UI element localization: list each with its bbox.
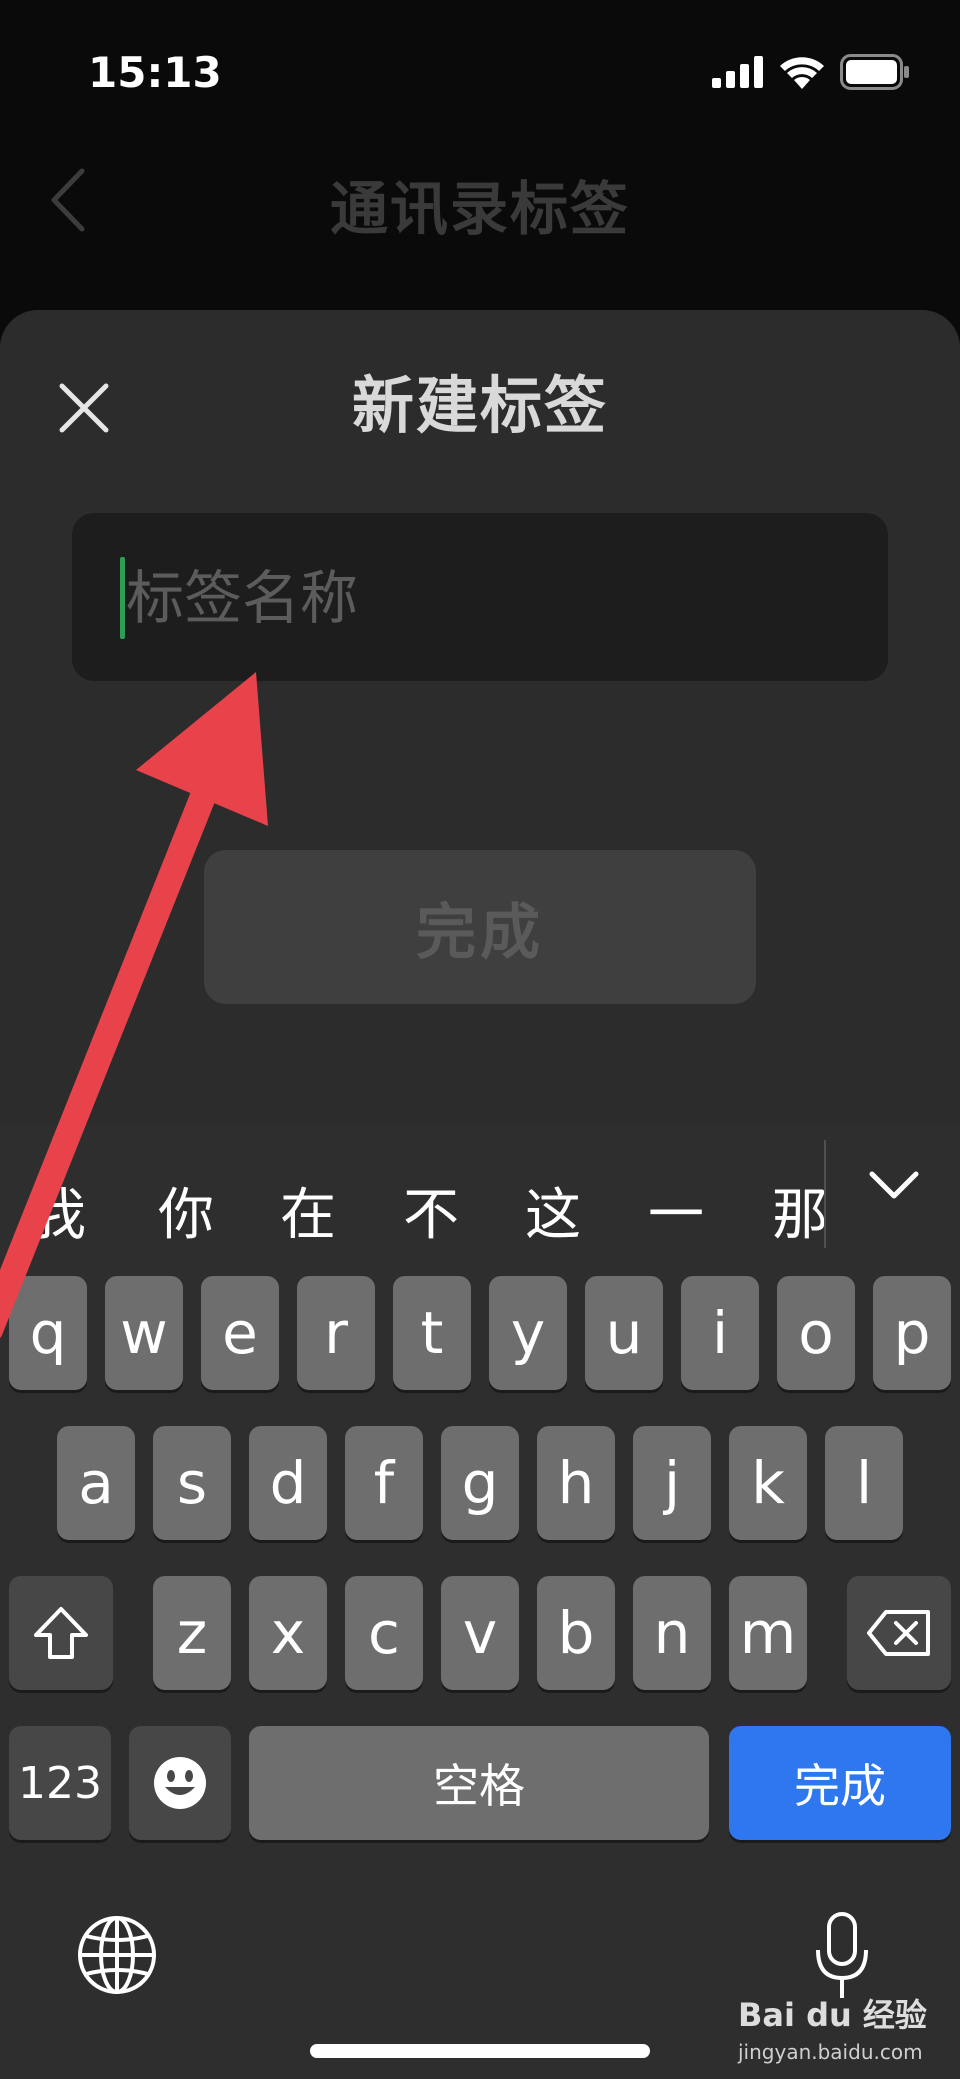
key-s[interactable]: s	[153, 1426, 231, 1540]
key-w[interactable]: w	[105, 1276, 183, 1390]
battery-icon	[840, 54, 909, 90]
chevron-down-icon[interactable]	[868, 1168, 920, 1204]
key-p[interactable]: p	[873, 1276, 951, 1390]
watermark-brand: Bai du 经验	[738, 1996, 927, 2034]
screen: 15:13 通讯录标签 新建标签 标签名称 完成 我 你 在 不 这 一 那 q…	[0, 0, 960, 2079]
page-title: 通讯录标签	[329, 175, 630, 243]
keyboard-done-key[interactable]: 完成	[729, 1726, 951, 1840]
key-b[interactable]: b	[537, 1576, 615, 1690]
key-o[interactable]: o	[777, 1276, 855, 1390]
emoji-key[interactable]	[129, 1726, 231, 1840]
nav-bar: 通讯录标签	[0, 150, 960, 260]
candidate-word[interactable]: 那	[772, 1170, 828, 1251]
key-f[interactable]: f	[345, 1426, 423, 1540]
done-button[interactable]: 完成	[204, 850, 756, 1004]
key-h[interactable]: h	[537, 1426, 615, 1540]
key-l[interactable]: l	[825, 1426, 903, 1540]
key-r[interactable]: r	[297, 1276, 375, 1390]
shift-arrow-icon	[34, 1607, 88, 1659]
key-q[interactable]: q	[9, 1276, 87, 1390]
tag-name-field[interactable]	[72, 513, 888, 681]
text-cursor	[120, 557, 125, 639]
globe-icon[interactable]	[76, 1914, 158, 1996]
status-time: 15:13	[88, 48, 222, 97]
candidate-word[interactable]: 在	[280, 1170, 336, 1251]
shift-key[interactable]	[9, 1576, 113, 1690]
key-z[interactable]: z	[153, 1576, 231, 1690]
delete-key[interactable]	[847, 1576, 951, 1690]
key-j[interactable]: j	[633, 1426, 711, 1540]
keyboard: 我 你 在 不 这 一 那 q w e r t y u i o p a s d …	[0, 1124, 960, 2079]
space-key[interactable]: 空格	[249, 1726, 709, 1840]
cellular-signal-icon	[712, 56, 763, 88]
sheet-title: 新建标签	[351, 369, 608, 442]
key-i[interactable]: i	[681, 1276, 759, 1390]
candidate-word[interactable]: 不	[403, 1170, 459, 1251]
candidate-bar: 我 你 在 不 这 一 那	[0, 1124, 960, 1250]
key-m[interactable]: m	[729, 1576, 807, 1690]
candidate-word[interactable]: 我	[30, 1170, 86, 1251]
key-v[interactable]: v	[441, 1576, 519, 1690]
key-x[interactable]: x	[249, 1576, 327, 1690]
key-k[interactable]: k	[729, 1426, 807, 1540]
status-bar: 15:13	[0, 0, 960, 150]
candidate-word[interactable]: 这	[525, 1170, 581, 1251]
key-d[interactable]: d	[249, 1426, 327, 1540]
candidate-divider	[824, 1140, 826, 1248]
watermark-url: jingyan.baidu.com	[738, 2040, 923, 2064]
key-u[interactable]: u	[585, 1276, 663, 1390]
numbers-key[interactable]: 123	[9, 1726, 111, 1840]
key-a[interactable]: a	[57, 1426, 135, 1540]
home-indicator	[310, 2044, 650, 2058]
key-c[interactable]: c	[345, 1576, 423, 1690]
key-t[interactable]: t	[393, 1276, 471, 1390]
key-g[interactable]: g	[441, 1426, 519, 1540]
status-icons	[712, 54, 910, 90]
candidate-word[interactable]: 一	[648, 1170, 704, 1251]
backspace-icon	[867, 1610, 930, 1656]
emoji-icon	[154, 1757, 206, 1809]
key-y[interactable]: y	[489, 1276, 567, 1390]
key-n[interactable]: n	[633, 1576, 711, 1690]
tag-name-input[interactable]	[126, 543, 846, 653]
key-e[interactable]: e	[201, 1276, 279, 1390]
candidate-word[interactable]: 你	[158, 1170, 214, 1251]
wifi-icon	[780, 57, 824, 89]
